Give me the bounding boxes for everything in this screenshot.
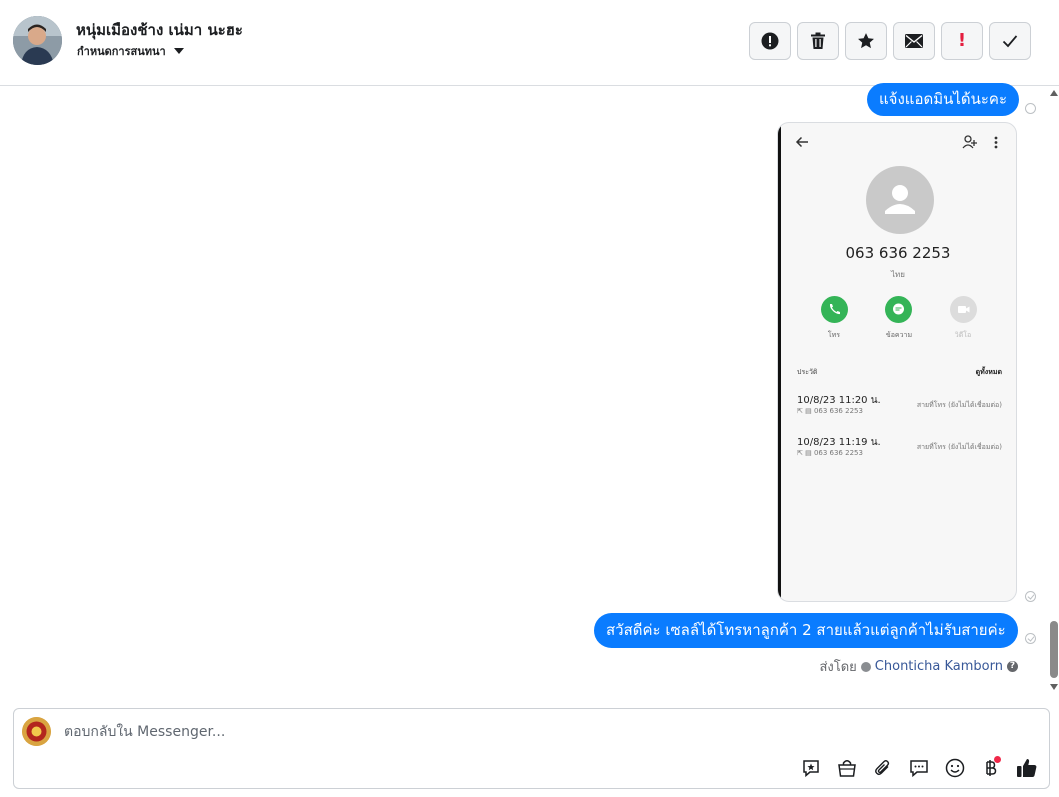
notification-dot [994, 756, 1001, 763]
trash-icon [811, 32, 825, 49]
sent-by-agent-link[interactable]: Chonticha Kamborn [875, 659, 1003, 674]
contact-placeholder-icon [866, 166, 934, 234]
sent-by-label: ส่งโดย [819, 660, 857, 675]
reply-input[interactable] [62, 721, 762, 743]
conversation-schedule-label: กำหนดการสนทนา [77, 45, 166, 58]
call-log-time: 10/8/23 11:19 น. [797, 437, 881, 448]
call-action-label: โทร [827, 331, 841, 339]
contact-name: หนุ่มเมืองช้าง เน่มา นะฮะ [76, 21, 243, 39]
thumbs-up-icon [1016, 758, 1036, 777]
image-edge [778, 123, 781, 601]
message-action-label: ข้อความ [885, 331, 913, 339]
call-log-sub: ⇱ ▤ 063 636 2253 [797, 407, 863, 415]
scrollbar-thumb[interactable] [1050, 621, 1058, 678]
phone-number-text: 063 636 2253 [845, 244, 951, 262]
caret-down-icon [173, 48, 184, 54]
delete-button[interactable] [797, 22, 839, 60]
message-thread[interactable]: แจ้งแอดมินได้นะคะ 063 636 2253 ไทย โทร ข… [0, 83, 1059, 694]
emoji-button[interactable] [942, 755, 967, 780]
call-log-time: 10/8/23 11:20 น. [797, 395, 881, 406]
delivery-status-icon [1025, 103, 1036, 114]
call-icon [821, 296, 848, 323]
message-image-attachment[interactable]: 063 636 2253 ไทย โทร ข้อความ วิดีโอ ประว… [777, 122, 1017, 602]
phone-country-text: ไทย [891, 270, 905, 279]
reply-composer [13, 708, 1050, 789]
check-icon [1002, 35, 1018, 48]
see-all-link: ดูทั้งหมด [975, 368, 1002, 376]
back-arrow-icon [795, 136, 808, 148]
composer-toolbar [798, 755, 1039, 780]
history-title: ประวัติ [797, 368, 818, 376]
exclamation-icon: ! [957, 30, 967, 51]
more-vertical-icon [994, 136, 998, 149]
smiley-icon [945, 758, 964, 777]
payment-button[interactable] [978, 755, 1003, 780]
video-action-label: วิดีโอ [954, 331, 972, 339]
paperclip-icon [874, 759, 889, 775]
sent-by-info: ส่งโดย Chonticha Kamborn ? [819, 656, 1018, 677]
seen-check-icon [1025, 633, 1036, 644]
done-button[interactable] [989, 22, 1031, 60]
call-log-status: สายที่โทร (ยังไม่ได้เชื่อมต่อ) [916, 443, 1002, 451]
attach-button[interactable] [870, 755, 895, 780]
verified-check-icon [860, 661, 871, 672]
like-button[interactable] [1014, 755, 1039, 780]
star-button[interactable] [845, 22, 887, 60]
contact-avatar[interactable] [13, 16, 62, 65]
call-log-number: 063 636 2253 [813, 449, 863, 457]
star-icon [858, 33, 874, 49]
spam-button[interactable]: ! [941, 22, 983, 60]
message-bubble-outgoing[interactable]: สวัสดีค่ะ เซลล์ได้โทรหาลูกค้า 2 สายแล้วแ… [594, 613, 1018, 648]
scroll-down-arrow-icon[interactable] [1050, 684, 1058, 690]
exclamation-circle-icon [761, 32, 779, 50]
help-icon[interactable]: ? [1007, 661, 1018, 672]
conversation-schedule-dropdown[interactable]: กำหนดการสนทนา [77, 42, 184, 60]
page-avatar [22, 717, 51, 746]
mark-unread-button[interactable] [893, 22, 935, 60]
seen-check-icon [1025, 591, 1036, 602]
scroll-up-arrow-icon[interactable] [1050, 90, 1058, 96]
message-icon [885, 296, 912, 323]
call-log-status: สายที่โทร (ยังไม่ได้เชื่อมต่อ) [916, 401, 1002, 409]
conversation-header: หนุ่มเมืองช้าง เน่มา นะฮะ กำหนดการสนทนา … [0, 0, 1059, 86]
shopping-bag-icon [837, 759, 856, 777]
header-toolbar: ! [749, 22, 1031, 60]
shop-button[interactable] [834, 755, 859, 780]
thread-scrollbar[interactable] [1049, 86, 1059, 694]
saved-reply-button[interactable] [798, 755, 823, 780]
chat-bubble-icon [909, 759, 928, 777]
call-log-sub: ⇱ ▤ 063 636 2253 [797, 449, 863, 457]
message-bubble-outgoing[interactable]: แจ้งแอดมินได้นะคะ [867, 83, 1020, 116]
call-log-number: 063 636 2253 [813, 407, 863, 415]
video-icon [950, 296, 977, 323]
saved-reply-icon [802, 759, 819, 777]
add-contact-icon [962, 135, 977, 149]
alert-button[interactable] [749, 22, 791, 60]
envelope-icon [905, 34, 923, 48]
quick-replies-button[interactable] [906, 755, 931, 780]
